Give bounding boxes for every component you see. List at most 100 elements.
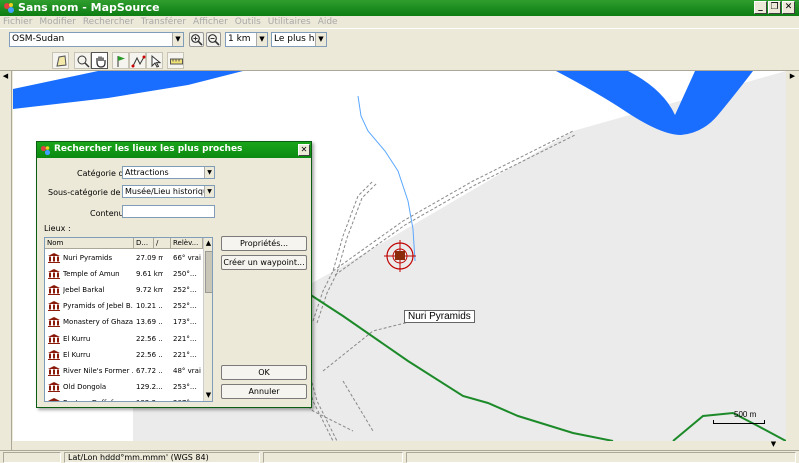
chevron-down-icon: ▼ <box>315 33 326 46</box>
column-header-distance[interactable]: D... <box>134 238 154 249</box>
place-distance: 67.72 ... <box>136 366 163 375</box>
list-scrollbar[interactable]: ▲ ▼ <box>203 238 212 401</box>
place-name: Jebel Barkal <box>63 286 105 295</box>
menu-outils[interactable]: Outils <box>232 16 265 28</box>
scale-bar-line <box>713 420 765 424</box>
place-list-row[interactable]: El Kurru 22.56 ... 221°... <box>45 331 203 347</box>
dialog-close-button[interactable]: ✕ <box>298 144 310 156</box>
place-list-row[interactable]: Pyramids of Jebel B... 10.21 ... 252°... <box>45 298 203 314</box>
museum-icon <box>48 317 60 328</box>
subcategory-select[interactable]: Musée/Lieu historique ▼ <box>122 185 215 198</box>
place-list-row[interactable]: Eastern Deffufa192.2... 207°... <box>45 395 203 401</box>
place-name: Pyramids of Jebel B... <box>63 302 133 311</box>
subcategory-value: Musée/Lieu historique <box>125 187 213 196</box>
category-value: Attractions <box>125 168 169 177</box>
cancel-button[interactable]: Annuler <box>221 384 307 399</box>
dialog-title: Rechercher les lieux les plus proches <box>54 144 243 154</box>
zoom-in-button[interactable] <box>189 32 204 47</box>
places-list[interactable]: Nom D... / Relèv... Nuri Pyramids 27.09 m… <box>44 237 213 402</box>
place-bearing: 66° vrai <box>173 254 201 262</box>
place-bearing: 173°... <box>173 318 197 327</box>
museum-icon <box>48 397 60 401</box>
place-name: River Nile's Former ... <box>63 366 133 375</box>
status-cell-empty-2 <box>263 452 403 463</box>
scroll-down-arrow-icon[interactable]: ▼ <box>768 439 779 450</box>
zoom-level-select[interactable]: 1 km ▼ <box>225 32 268 47</box>
menu-fichier[interactable]: Fichier <box>0 16 36 28</box>
list-scroll-up-icon[interactable]: ▲ <box>204 238 212 249</box>
places-label: Lieux : <box>44 224 71 233</box>
place-distance: 27.09 m <box>136 254 163 262</box>
place-list-row[interactable]: Monastery of Ghazali 13.69 ... 173°... <box>45 314 203 330</box>
zoom-out-icon <box>208 34 220 46</box>
find-nearest-places-dialog: Rechercher les lieux les plus proches ✕ … <box>36 141 312 408</box>
place-list-row[interactable]: River Nile's Former ... 67.72 ... 48° vrai <box>45 363 203 379</box>
museum-icon <box>48 349 60 360</box>
ok-button[interactable]: OK <box>221 365 307 380</box>
map-product-select[interactable]: OSM-Sudan ▼ <box>9 32 184 47</box>
create-waypoint-button[interactable]: Créer un waypoint... <box>221 255 307 270</box>
place-name: Nuri Pyramids <box>63 254 113 262</box>
category-select[interactable]: Attractions ▼ <box>122 166 215 179</box>
place-bearing: 221°... <box>173 334 197 343</box>
minimize-button[interactable]: _ <box>754 1 767 14</box>
place-list-row[interactable]: Temple of Amun 9.61 km 250°... <box>45 266 203 282</box>
place-list-row[interactable]: Nuri Pyramids 27.09 m 66° vrai <box>45 250 203 266</box>
route-tool[interactable] <box>129 52 146 69</box>
column-header-bearing[interactable]: Relèv... <box>171 238 203 249</box>
museum-icon <box>48 253 60 263</box>
distance-tool[interactable] <box>167 52 184 69</box>
status-bar: Lat/Lon hddd°mm.mmm' (WGS 84) <box>0 450 799 463</box>
dialog-title-bar: Rechercher les lieux les plus proches ✕ <box>37 142 311 158</box>
zoom-level-value: 1 km <box>228 34 251 44</box>
menu-transferer[interactable]: Transférer <box>138 16 190 28</box>
select-tool[interactable] <box>146 52 163 69</box>
place-list-row[interactable]: El Kurru 22.56 ... 221°... <box>45 347 203 363</box>
status-cell-empty <box>3 452 61 463</box>
magnify-tool[interactable] <box>74 52 91 69</box>
menu-modifier[interactable]: Modifier <box>36 16 79 28</box>
hand-icon <box>96 56 106 68</box>
left-scrollbar[interactable]: ◀ <box>0 71 12 450</box>
properties-button[interactable]: Propriétés... <box>221 236 307 251</box>
hand-tool[interactable] <box>91 52 108 69</box>
list-scroll-down-icon[interactable]: ▼ <box>204 390 212 401</box>
place-bearing: 207°... <box>173 398 203 401</box>
right-scrollbar[interactable]: ▶ <box>786 71 799 450</box>
chevron-down-icon: ▼ <box>256 33 267 46</box>
chevron-down-icon: ▼ <box>172 33 183 46</box>
detail-level-select[interactable]: Le plus haut ▼ <box>271 32 327 47</box>
scroll-right-arrow-icon[interactable]: ▶ <box>787 71 798 82</box>
place-bearing: 221°... <box>173 350 197 359</box>
place-name: Eastern Deffufa <box>63 398 133 401</box>
place-tooltip: Nuri Pyramids <box>404 310 475 323</box>
bottom-scrollbar[interactable]: ▼ <box>13 439 786 450</box>
place-list-row[interactable]: Old Dongola 129.2... 253°... <box>45 379 203 395</box>
place-name: Temple of Amun <box>63 270 120 279</box>
place-bearing: 252°... <box>173 302 197 311</box>
list-scroll-thumb[interactable] <box>205 251 212 293</box>
distance-icon <box>170 58 183 65</box>
menu-rechercher[interactable]: Rechercher <box>80 16 138 28</box>
place-distance: 9.61 km <box>136 270 163 279</box>
place-distance: 9.72 km <box>136 286 163 295</box>
dialog-app-icon <box>40 145 51 156</box>
menu-afficher[interactable]: Afficher <box>190 16 232 28</box>
waypoint-tool[interactable] <box>112 52 129 69</box>
menu-aide[interactable]: Aide <box>315 16 342 28</box>
column-header-name[interactable]: Nom <box>45 238 134 249</box>
map-product-value: OSM-Sudan <box>12 34 65 44</box>
zoom-out-button[interactable] <box>206 32 221 47</box>
status-coord-format: Lat/Lon hddd°mm.mmm' (WGS 84) <box>64 452 260 463</box>
menu-utilitaires[interactable]: Utilitaires <box>265 16 315 28</box>
column-header-sort[interactable]: / <box>154 238 171 249</box>
place-list-row[interactable]: Jebel Barkal 9.72 km 252°... <box>45 282 203 298</box>
map-select-tool[interactable] <box>52 52 69 69</box>
title-bar: Sans nom - MapSource _ ❐ ✕ <box>0 0 799 16</box>
close-window-button[interactable]: ✕ <box>782 1 795 14</box>
maximize-button[interactable]: ❐ <box>768 1 781 14</box>
scroll-left-arrow-icon[interactable]: ◀ <box>0 71 11 82</box>
list-header: Nom D... / Relèv... <box>45 238 212 249</box>
mapsource-app-icon <box>4 3 14 13</box>
contains-input[interactable] <box>122 205 215 218</box>
